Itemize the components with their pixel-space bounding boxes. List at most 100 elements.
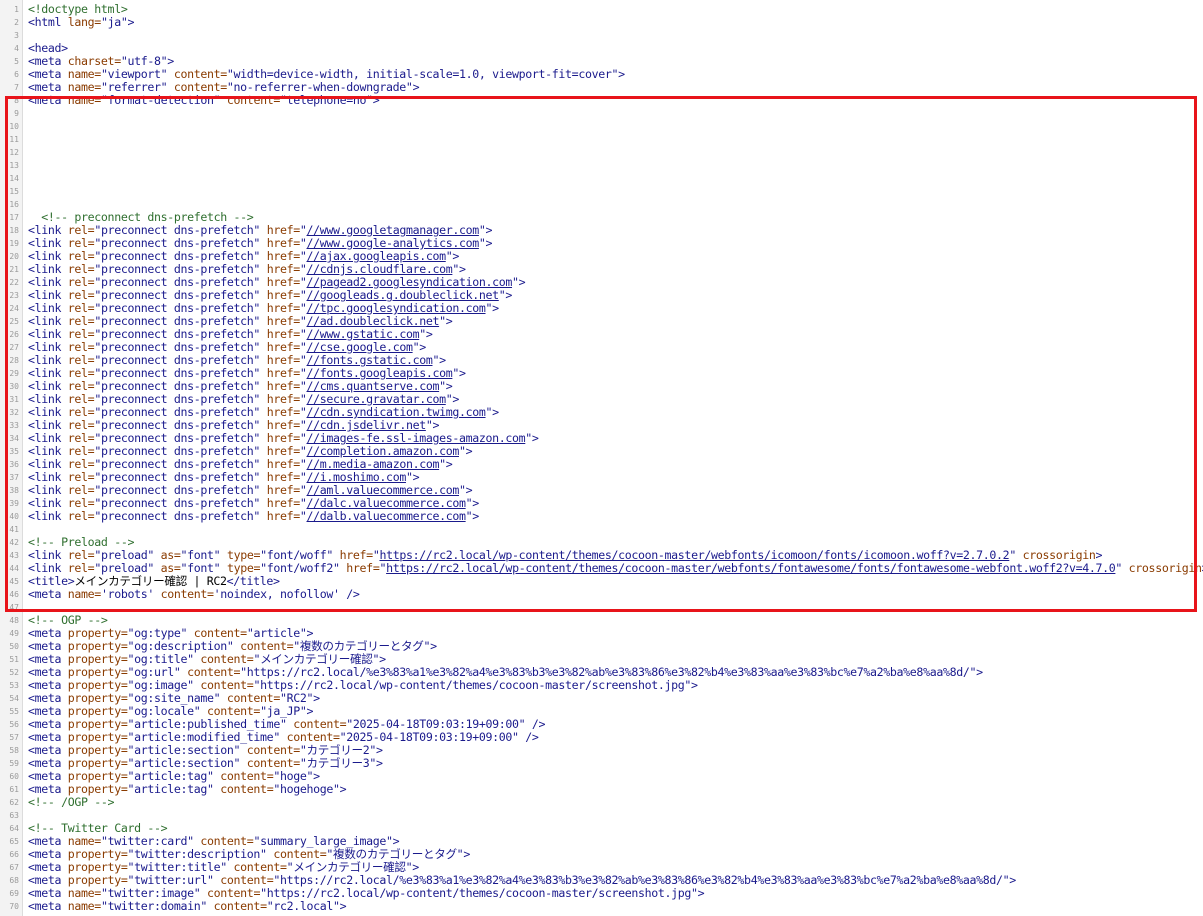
value-token: "og:title" (127, 652, 201, 666)
line-number: 48 (9, 616, 19, 625)
value-token: "> (465, 509, 480, 523)
source-link[interactable]: //fonts.gstatic.com (307, 353, 433, 367)
value-token: "viewport" (100, 67, 174, 81)
source-link[interactable]: //www.gstatic.com (307, 327, 420, 341)
tag-token: <link (28, 275, 68, 289)
value-token: "hoge"> (273, 769, 320, 783)
line-number: 4 (14, 44, 19, 53)
source-link[interactable]: //dalc.valuecommerce.com (307, 496, 466, 510)
attribute-token: property= (67, 782, 128, 796)
line-number: 35 (9, 447, 19, 456)
value-token: "RC2"> (279, 691, 320, 705)
attribute-token: property= (67, 769, 128, 783)
source-link[interactable]: //secure.gravatar.com (307, 392, 447, 406)
attribute-token: rel= (67, 431, 95, 445)
source-link[interactable]: //aml.valuecommerce.com (307, 483, 460, 497)
tag-token: <link (28, 405, 68, 419)
source-link[interactable]: //cdnjs.cloudflare.com (307, 262, 453, 276)
tag-token: <meta (28, 886, 68, 900)
tag-token: <meta (28, 93, 68, 107)
attribute-token: content= (207, 886, 261, 900)
tag-token: <link (28, 509, 68, 523)
source-link[interactable]: //www.googletagmanager.com (307, 223, 480, 237)
source-link[interactable]: //i.moshimo.com (307, 470, 407, 484)
value-token: "preconnect dns-prefetch" (94, 509, 267, 523)
source-line: 2 <html lang="ja"> (0, 16, 1203, 29)
attribute-token: property= (67, 743, 128, 757)
line-code: <!-- /OGP --> (28, 796, 115, 809)
source-link[interactable]: https://rc2.local/wp-content/themes/coco… (379, 548, 1009, 562)
value-token: "preconnect dns-prefetch" (94, 249, 267, 263)
value-token: "article:published_time" (127, 717, 294, 731)
source-link[interactable]: //dalb.valuecommerce.com (307, 509, 466, 523)
value-token: "preconnect dns-prefetch" (94, 379, 267, 393)
line-number: 41 (9, 525, 19, 534)
value-token: "> (525, 431, 539, 445)
tag-token: </title> (226, 574, 280, 588)
attribute-token: rel= (67, 327, 95, 341)
value-token: "preconnect dns-prefetch" (94, 444, 267, 458)
value-token: "preconnect dns-prefetch" (94, 431, 267, 445)
line-number: 69 (9, 889, 19, 898)
value-token: "preconnect dns-prefetch" (94, 236, 267, 250)
source-link[interactable]: //cms.quantserve.com (307, 379, 440, 393)
value-token: "https://rc2.local/wp-content/themes/coc… (253, 678, 698, 692)
source-link[interactable]: //googleads.g.doubleclick.net (307, 288, 500, 302)
source-link[interactable]: //pagead2.googlesyndication.com (307, 275, 513, 289)
tag-token: <link (28, 340, 68, 354)
line-number: 5 (14, 57, 19, 66)
attribute-token: rel= (67, 340, 95, 354)
attribute-token: rel= (67, 444, 95, 458)
attribute-token: content= (220, 769, 274, 783)
value-token: "メインカテゴリー確認"> (253, 652, 386, 666)
source-line: 41 (0, 523, 1203, 536)
tag-token: <meta (28, 678, 68, 692)
tag-token: <meta (28, 80, 68, 94)
tag-token: <meta (28, 769, 68, 783)
value-token: "> (485, 405, 500, 419)
source-link[interactable]: //m.media-amazon.com (307, 457, 440, 471)
value-token: "referrer" (100, 80, 174, 94)
source-link[interactable]: //ajax.googleapis.com (307, 249, 447, 263)
value-token: " (1115, 561, 1129, 575)
line-number: 10 (9, 122, 19, 131)
attribute-token: content= (200, 834, 254, 848)
value-token: "preconnect dns-prefetch" (94, 483, 267, 497)
source-link[interactable]: //completion.amazon.com (307, 444, 460, 458)
source-link[interactable]: //images-fe.ssl-images-amazon.com (307, 431, 526, 445)
source-link[interactable]: //cdn.jsdelivr.net (307, 418, 427, 432)
source-link[interactable]: //www.google-analytics.com (307, 236, 480, 250)
attribute-token: content= (193, 626, 247, 640)
source-link[interactable]: //fonts.googleapis.com (307, 366, 453, 380)
attribute-token: property= (67, 756, 128, 770)
value-token: "> (452, 366, 466, 380)
source-viewer: 1 <!doctype html> 2 <html lang="ja"> 3 4 <head… (0, 0, 1203, 916)
line-number: 55 (9, 707, 19, 716)
line-number: 31 (9, 395, 19, 404)
attribute-token: href= (266, 457, 301, 471)
source-line: 70 <meta name="twitter:domain" content="r… (0, 900, 1203, 913)
value-token: "preload" (94, 548, 161, 562)
attribute-token: rel= (67, 223, 95, 237)
attribute-token: rel= (67, 483, 95, 497)
value-token: "article:modified_time" (127, 730, 287, 744)
source-link[interactable]: //ad.doubleclick.net (307, 314, 440, 328)
value-token: "article:tag" (127, 782, 221, 796)
tag-token: <link (28, 301, 68, 315)
source-link[interactable]: //cse.google.com (307, 340, 413, 354)
value-token: " (299, 262, 307, 276)
attribute-token: as= (160, 561, 181, 575)
value-token: "> (512, 275, 526, 289)
attribute-token: href= (266, 405, 301, 419)
source-link[interactable]: https://rc2.local/wp-content/themes/coco… (386, 561, 1116, 575)
line-number: 58 (9, 746, 19, 755)
attribute-token: property= (67, 678, 128, 692)
value-token: "og:site_name" (127, 691, 227, 705)
value-token: "> (452, 262, 466, 276)
value-token: " (299, 444, 307, 458)
attribute-token: href= (266, 236, 301, 250)
attribute-token: href= (266, 444, 301, 458)
source-link[interactable]: //tpc.googlesyndication.com (307, 301, 486, 315)
line-number: 45 (9, 577, 19, 586)
source-link[interactable]: //cdn.syndication.twimg.com (307, 405, 486, 419)
